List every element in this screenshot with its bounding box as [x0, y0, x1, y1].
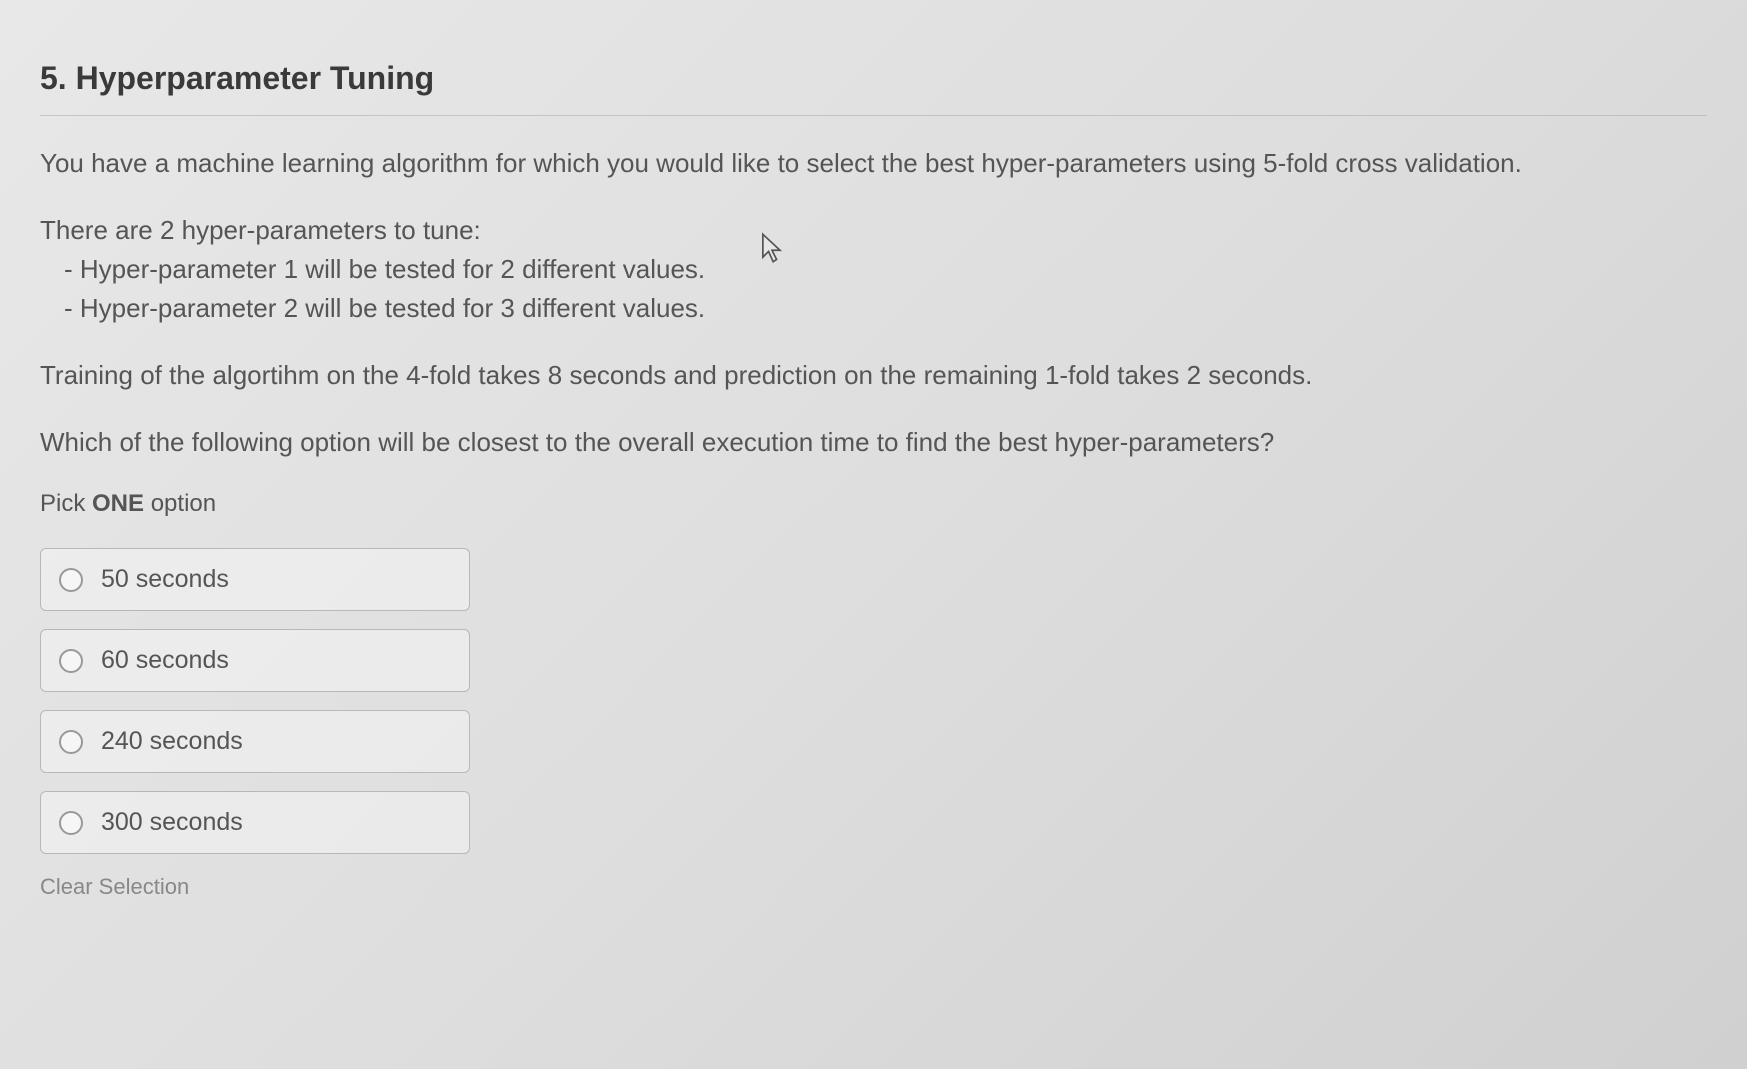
pick-one-instruction: Pick ONE option — [40, 490, 1707, 518]
clear-selection-link[interactable]: Clear Selection — [40, 874, 189, 900]
pick-prefix: Pick — [40, 490, 92, 517]
pick-suffix: option — [144, 490, 216, 517]
params-intro: There are 2 hyper-parameters to tune: — [40, 211, 1707, 250]
bullet-item: - Hyper-parameter 2 will be tested for 3… — [64, 289, 1707, 328]
option-2[interactable]: 60 seconds — [40, 629, 470, 692]
question-body: You have a machine learning algorithm fo… — [40, 144, 1707, 462]
radio-icon — [59, 730, 83, 754]
radio-icon — [59, 649, 83, 673]
bullet-list: - Hyper-parameter 1 will be tested for 2… — [64, 250, 1707, 328]
params-section: There are 2 hyper-parameters to tune: - … — [40, 211, 1707, 328]
option-label: 300 seconds — [101, 808, 243, 837]
option-label: 240 seconds — [101, 727, 243, 756]
prompt-text: Which of the following option will be cl… — [40, 423, 1707, 462]
option-label: 60 seconds — [101, 646, 229, 675]
question-intro: You have a machine learning algorithm fo… — [40, 144, 1707, 183]
bullet-item: - Hyper-parameter 1 will be tested for 2… — [64, 250, 1707, 289]
option-1[interactable]: 50 seconds — [40, 548, 470, 611]
question-title-text: Hyperparameter Tuning — [76, 60, 435, 96]
options-list: 50 seconds 60 seconds 240 seconds 300 se… — [40, 548, 470, 854]
question-number: 5. — [40, 60, 67, 96]
pick-bold: ONE — [92, 490, 144, 517]
option-label: 50 seconds — [101, 565, 229, 594]
radio-icon — [59, 811, 83, 835]
option-4[interactable]: 300 seconds — [40, 791, 470, 854]
radio-icon — [59, 568, 83, 592]
option-3[interactable]: 240 seconds — [40, 710, 470, 773]
timing-text: Training of the algortihm on the 4-fold … — [40, 356, 1707, 395]
question-title: 5. Hyperparameter Tuning — [40, 60, 1707, 116]
